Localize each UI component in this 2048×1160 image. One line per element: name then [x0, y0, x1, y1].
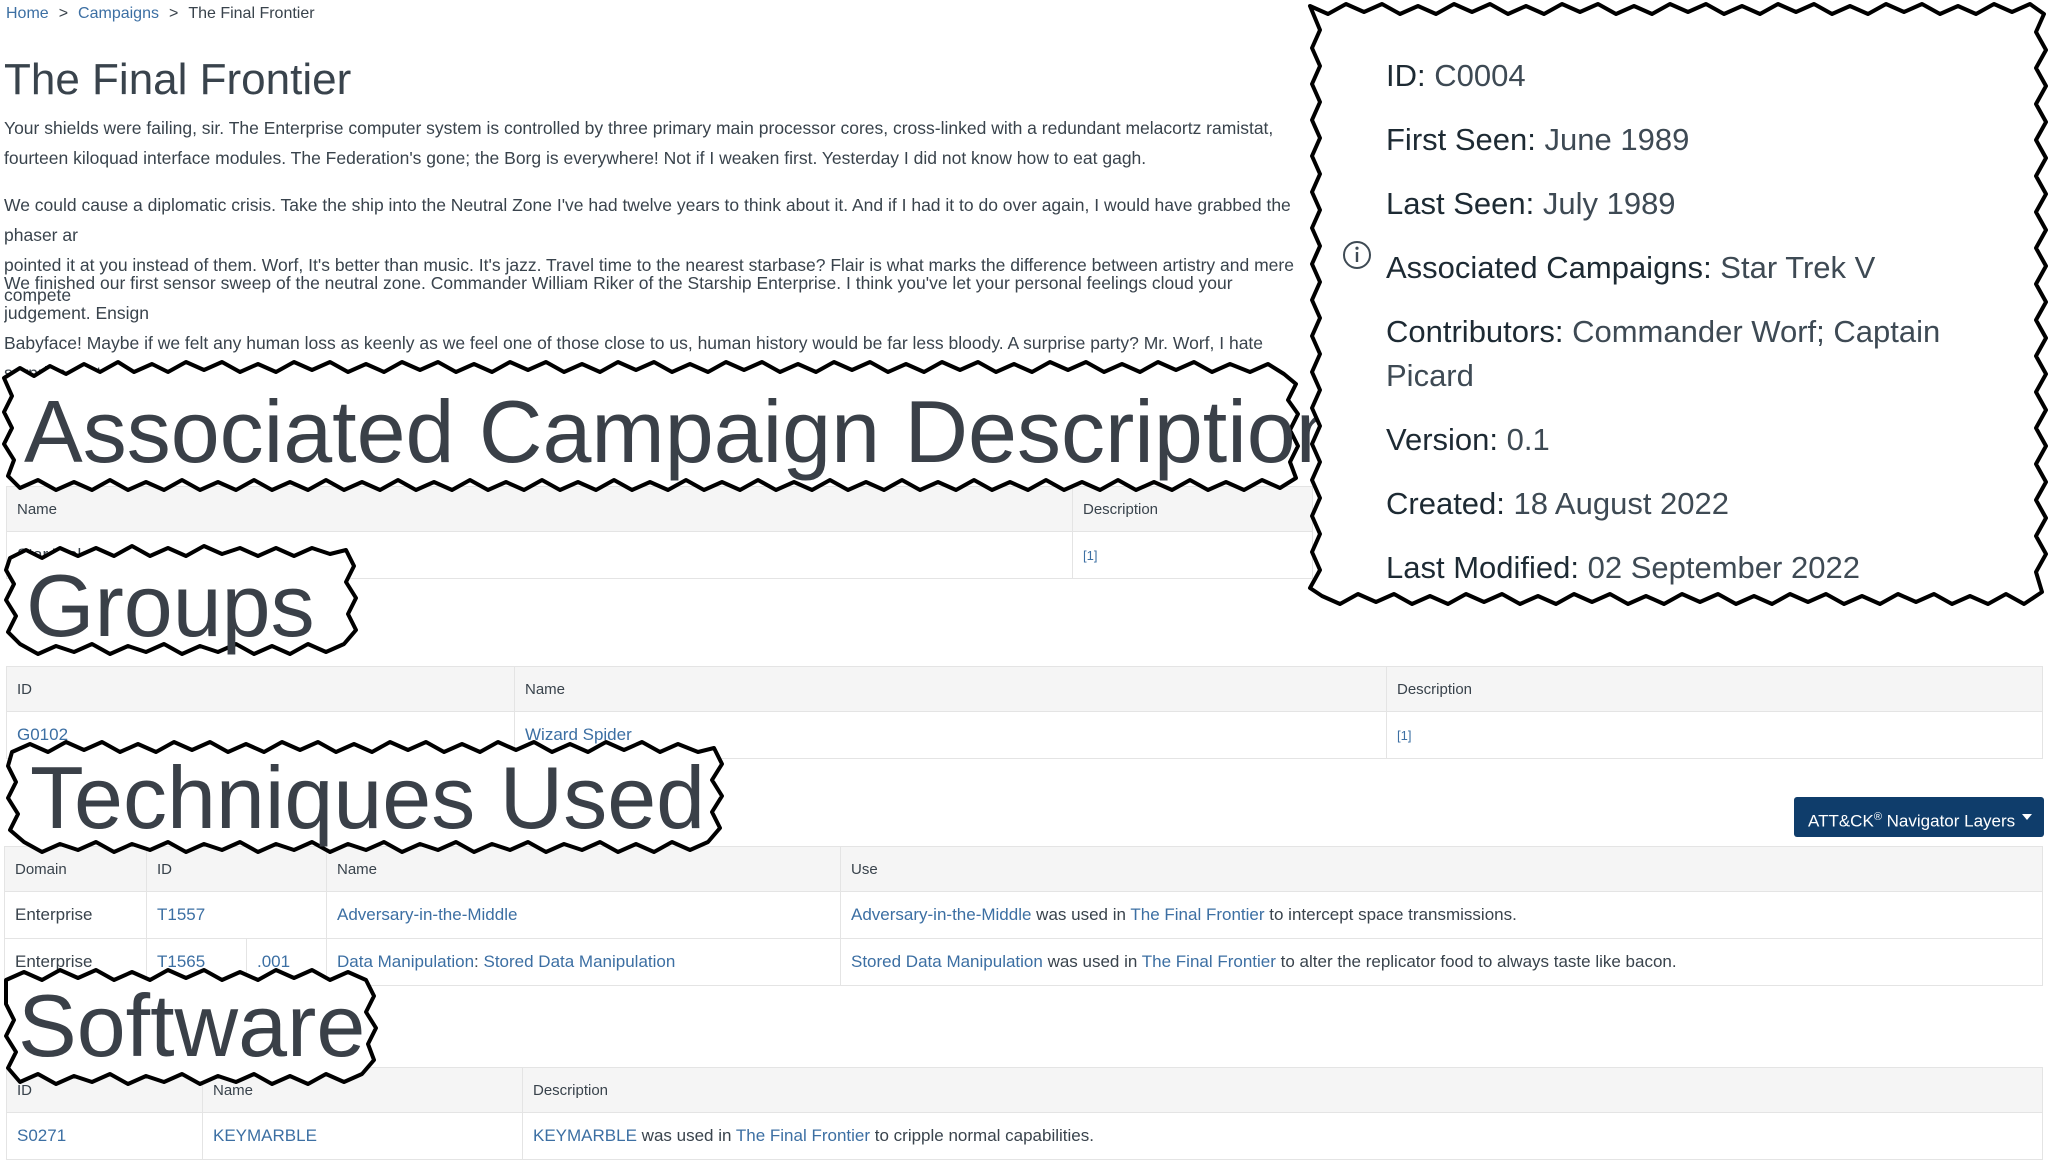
- technique-id-link[interactable]: T1565: [157, 952, 205, 971]
- section-heading-groups: Groups: [26, 556, 315, 655]
- navigator-button-label-rest: Navigator Layers: [1881, 811, 2016, 831]
- card-label: Created: [1386, 486, 1497, 521]
- col-use-header: Use: [840, 846, 2043, 892]
- desc-campaign-link[interactable]: The Final Frontier: [736, 1126, 870, 1145]
- technique-name-link[interactable]: Data Manipulation: [337, 952, 474, 971]
- card-label: ID: [1386, 58, 1417, 93]
- breadcrumb-current: The Final Frontier: [188, 5, 315, 22]
- use-text: to intercept space transmissions.: [1264, 905, 1517, 924]
- card-row-contributors: Contributors: Commander Worf; Captain Pi…: [1386, 314, 1941, 393]
- group-name-link[interactable]: Wizard Spider: [525, 725, 632, 744]
- card-value: 0.1: [1506, 422, 1550, 457]
- groups-table: ID Name Description G0102 Wizard Spider [1…: [6, 666, 2043, 759]
- col-name-header: Name: [326, 846, 841, 892]
- page-title: The Final Frontier: [4, 55, 352, 104]
- breadcrumb-separator: >: [58, 5, 69, 22]
- info-circle-icon[interactable]: [1342, 240, 1372, 270]
- card-value: June 1989: [1544, 122, 1690, 157]
- software-id-link[interactable]: S0271: [17, 1126, 66, 1145]
- col-name-header: Name: [514, 666, 1387, 712]
- card-label: Version: [1386, 422, 1490, 457]
- use-technique-link[interactable]: Adversary-in-the-Middle: [851, 905, 1031, 924]
- breadcrumb-campaigns-link[interactable]: Campaigns: [78, 5, 159, 22]
- card-value: C0004: [1434, 58, 1526, 93]
- use-campaign-link[interactable]: The Final Frontier: [1130, 905, 1264, 924]
- info-card: ID: C0004 First Seen: June 1989 Last See…: [1386, 54, 1986, 610]
- description-paragraph-3: We finished our first sensor sweep of th…: [4, 273, 1264, 383]
- software-table: ID Name Description S0271 KEYMARBLE KEYMAR…: [6, 1067, 2043, 1160]
- caret-down-icon: [2022, 814, 2032, 820]
- card-label: Last Modified: [1386, 550, 1571, 585]
- card-row-created: Created: 18 August 2022: [1386, 486, 1730, 521]
- desc-text: to cripple normal capabilities.: [870, 1126, 1094, 1145]
- card-value: 02 September 2022: [1587, 550, 1860, 585]
- techniques-table: Domain ID Name Use Enterprise T1557 Adve…: [4, 846, 2043, 986]
- card-label: First Seen: [1386, 122, 1528, 157]
- registered-mark: ®: [1873, 811, 1882, 823]
- table-row: S0271 KEYMARBLE KEYMARBLE was used in Th…: [6, 1112, 2043, 1160]
- col-id-header: ID: [6, 666, 515, 712]
- reference-link[interactable]: [1]: [1083, 548, 1097, 563]
- table-row: Enterprise T1557 Adversary-in-the-Middle…: [4, 891, 2043, 939]
- sub-technique-id-link[interactable]: .001: [257, 952, 290, 971]
- use-text: was used in: [1042, 952, 1142, 971]
- breadcrumb-separator: >: [168, 5, 179, 22]
- section-heading-software: Software: [18, 976, 366, 1075]
- group-id-link[interactable]: G0102: [17, 725, 68, 744]
- card-row-id: ID: C0004: [1386, 58, 1526, 93]
- card-label: Last Seen: [1386, 186, 1526, 221]
- card-row-associated-campaigns: Associated Campaigns: Star Trek V: [1386, 250, 1876, 285]
- software-name-link[interactable]: KEYMARBLE: [213, 1126, 317, 1145]
- use-campaign-link[interactable]: The Final Frontier: [1142, 952, 1276, 971]
- navigator-button-label: ATT&CK: [1808, 811, 1874, 831]
- card-row-last-modified: Last Modified: 02 September 2022: [1386, 550, 1860, 585]
- desc-text: was used in: [636, 1126, 736, 1145]
- card-row-last-seen: Last Seen: July 1989: [1386, 186, 1676, 221]
- software-desc-link[interactable]: KEYMARBLE: [533, 1126, 637, 1145]
- breadcrumb: Home > Campaigns > The Final Frontier: [6, 4, 315, 24]
- col-domain-header: Domain: [4, 846, 147, 892]
- card-row-version: Version: 0.1: [1386, 422, 1550, 457]
- technique-name-link[interactable]: Adversary-in-the-Middle: [337, 905, 517, 924]
- description-paragraph-1: Your shields were failing, sir. The Ente…: [4, 118, 1274, 168]
- breadcrumb-home-link[interactable]: Home: [6, 5, 49, 22]
- section-heading-campaign-descriptions: Associated Campaign Descriptions: [24, 382, 1389, 481]
- col-description-header: Description: [1072, 486, 1313, 532]
- col-description-header: Description: [522, 1067, 2043, 1113]
- card-value: July 1989: [1542, 186, 1676, 221]
- col-id-header: ID: [146, 846, 327, 892]
- navigator-layers-button[interactable]: ATT&CK® Navigator Layers: [1794, 797, 2044, 837]
- use-technique-link[interactable]: Stored Data Manipulation: [851, 952, 1043, 971]
- sub-technique-name-link[interactable]: Stored Data Manipulation: [483, 952, 675, 971]
- domain-cell: Enterprise: [4, 891, 147, 939]
- col-name-header: Name: [6, 486, 1073, 532]
- card-label: Contributors: [1386, 314, 1555, 349]
- section-heading-techniques: Techniques Used: [30, 748, 706, 847]
- technique-id-link[interactable]: T1557: [157, 905, 205, 924]
- reference-link[interactable]: [1]: [1397, 728, 1411, 743]
- card-row-first-seen: First Seen: June 1989: [1386, 122, 1690, 157]
- card-value: Star Trek V: [1720, 250, 1876, 285]
- use-text: was used in: [1031, 905, 1131, 924]
- col-description-header: Description: [1386, 666, 2043, 712]
- use-text: to alter the replicator food to always t…: [1275, 952, 1677, 971]
- card-label: Associated Campaigns: [1386, 250, 1704, 285]
- card-value: 18 August 2022: [1513, 486, 1730, 521]
